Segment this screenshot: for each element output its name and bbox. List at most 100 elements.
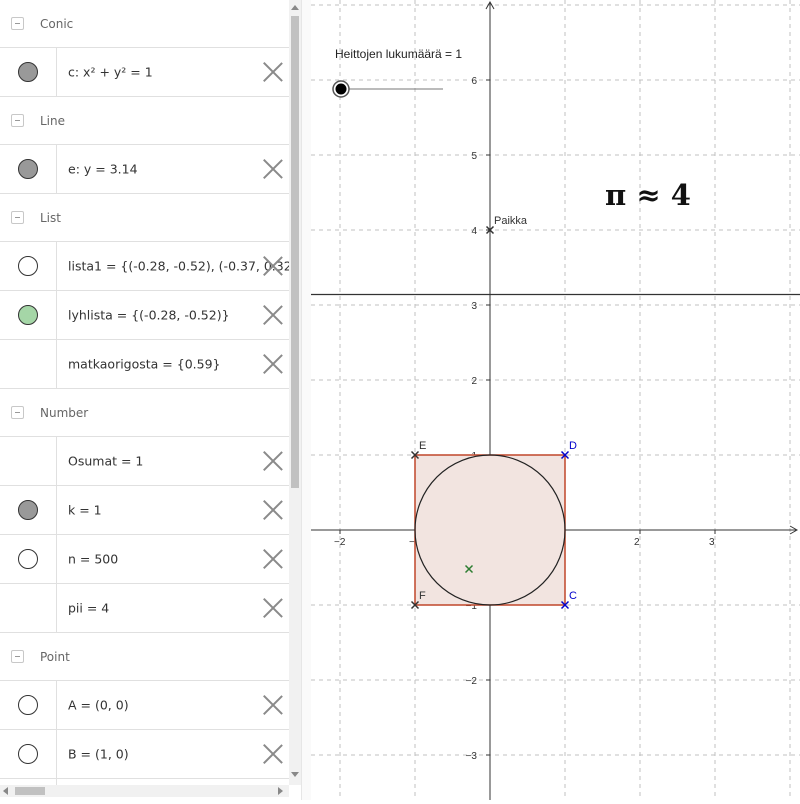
visibility-marble-icon[interactable]	[18, 695, 38, 715]
graphics-view[interactable]: −2−10123−3−2−1123456 EDFCPaikka Heittoje…	[311, 0, 800, 800]
scroll-down-arrow-icon[interactable]	[291, 772, 299, 777]
x-tick-label: 3	[709, 537, 715, 548]
algebra-item[interactable]: lista1 = {(-0.28, -0.52), (-0.37, 0.32),	[0, 242, 289, 291]
view-divider[interactable]	[301, 0, 311, 800]
visibility-marble-icon[interactable]	[18, 549, 38, 569]
algebra-item[interactable]: k = 1	[0, 486, 289, 535]
marble-column	[0, 681, 57, 729]
close-icon[interactable]	[262, 499, 284, 521]
y-tick-label: 4	[471, 226, 477, 237]
marble-column	[0, 437, 57, 485]
group-label: List	[40, 210, 61, 225]
close-icon[interactable]	[262, 450, 284, 472]
visibility-marble-icon[interactable]	[18, 305, 38, 325]
close-icon[interactable]	[262, 61, 284, 83]
algebra-horizontal-scrollbar[interactable]	[0, 785, 289, 797]
collapse-icon[interactable]	[11, 113, 24, 127]
algebra-item[interactable]: Osumat = 1	[0, 437, 289, 486]
marble-column	[0, 730, 57, 778]
point-label: C	[569, 590, 577, 602]
marble-column	[0, 145, 57, 193]
group-header-line[interactable]: Line	[0, 97, 289, 145]
marble-column	[0, 340, 57, 388]
algebra-item[interactable]: B = (1, 0)	[0, 730, 289, 779]
algebra-item-text[interactable]: k = 1	[68, 503, 102, 518]
close-icon[interactable]	[262, 548, 284, 570]
slider-handle[interactable]	[335, 83, 347, 95]
algebra-item[interactable]: n = 500	[0, 535, 289, 584]
group-header-conic[interactable]: Conic	[0, 0, 289, 48]
marble-column	[0, 48, 57, 96]
marble-column	[0, 242, 57, 290]
y-tick-label: 6	[471, 76, 477, 87]
x-tick-label: −2	[334, 537, 346, 548]
scroll-left-arrow-icon[interactable]	[3, 787, 8, 795]
collapse-icon[interactable]	[11, 649, 24, 663]
point-paikka[interactable]: Paikka	[485, 215, 528, 235]
y-tick-label: −2	[466, 676, 478, 687]
point-label: D	[569, 440, 577, 452]
grid	[311, 0, 800, 800]
algebra-item[interactable]: lyhlista = {(-0.28, -0.52)}	[0, 291, 289, 340]
collapse-icon[interactable]	[11, 16, 24, 30]
algebra-item[interactable]: A = (0, 0)	[0, 681, 289, 730]
close-icon[interactable]	[262, 304, 284, 326]
collapse-icon[interactable]	[11, 405, 24, 419]
vertical-scroll-thumb[interactable]	[291, 16, 299, 488]
visibility-marble-icon[interactable]	[18, 62, 38, 82]
slider-label: Heittojen lukumäärä = 1	[335, 47, 462, 61]
group-header-point[interactable]: Point	[0, 633, 289, 681]
scroll-up-arrow-icon[interactable]	[291, 5, 299, 10]
y-tick-label: 5	[471, 151, 477, 162]
group-label: Conic	[40, 16, 74, 31]
algebra-item-text[interactable]: n = 500	[68, 552, 118, 567]
algebra-item-text[interactable]: lista1 = {(-0.28, -0.52), (-0.37, 0.32),	[68, 259, 289, 274]
close-icon[interactable]	[262, 255, 284, 277]
slider[interactable]: Heittojen lukumäärä = 1	[332, 47, 462, 98]
close-icon[interactable]	[262, 694, 284, 716]
algebra-vertical-scrollbar[interactable]	[289, 0, 301, 785]
group-header-list[interactable]: List	[0, 194, 289, 242]
close-icon[interactable]	[262, 743, 284, 765]
algebra-item-text[interactable]: matkaorigosta = {0.59}	[68, 357, 221, 372]
algebra-item-text[interactable]: pii = 4	[68, 601, 109, 616]
close-icon[interactable]	[262, 158, 284, 180]
close-icon[interactable]	[262, 353, 284, 375]
marble-column	[0, 535, 57, 583]
point-label: F	[419, 590, 426, 602]
visibility-marble-icon[interactable]	[18, 256, 38, 276]
algebra-item-text[interactable]: e: y = 3.14	[68, 162, 138, 177]
square-polygon[interactable]	[414, 454, 566, 606]
collapse-icon[interactable]	[11, 210, 24, 224]
algebra-item-text[interactable]: B = (1, 0)	[68, 747, 129, 762]
algebra-item[interactable]: e: y = 3.14	[0, 145, 289, 194]
y-tick-label: 3	[471, 301, 477, 312]
algebra-item-text[interactable]: A = (0, 0)	[68, 698, 129, 713]
point-d[interactable]: D	[560, 440, 578, 460]
group-label: Point	[40, 649, 70, 664]
y-tick-label: 2	[471, 376, 477, 387]
algebra-item[interactable]: c: x² + y² = 1	[0, 48, 289, 97]
point-label: Paikka	[494, 215, 528, 227]
visibility-marble-icon[interactable]	[18, 744, 38, 764]
x-tick-label: 2	[634, 537, 640, 548]
algebra-item-text[interactable]: lyhlista = {(-0.28, -0.52)}	[68, 308, 230, 323]
algebra-item[interactable]: matkaorigosta = {0.59}	[0, 340, 289, 389]
horizontal-scroll-thumb[interactable]	[15, 787, 45, 795]
group-label: Number	[40, 405, 89, 420]
marble-column	[0, 486, 57, 534]
group-header-number[interactable]: Number	[0, 389, 289, 437]
algebra-view: Conic c: x² + y² = 1 Line e: y = 3.14 List li…	[0, 0, 289, 785]
close-icon[interactable]	[262, 597, 284, 619]
scroll-right-arrow-icon[interactable]	[278, 787, 283, 795]
point-label: E	[419, 440, 426, 452]
pi-approximation-text[interactable]: π ≈ 4	[605, 178, 691, 212]
visibility-marble-icon[interactable]	[18, 159, 38, 179]
marble-column	[0, 291, 57, 339]
algebra-item-text[interactable]: c: x² + y² = 1	[68, 65, 153, 80]
algebra-item-text[interactable]: Osumat = 1	[68, 454, 143, 469]
algebra-item[interactable]: pii = 4	[0, 584, 289, 633]
y-tick-label: −3	[466, 751, 478, 762]
visibility-marble-icon[interactable]	[18, 500, 38, 520]
marble-column	[0, 584, 57, 632]
